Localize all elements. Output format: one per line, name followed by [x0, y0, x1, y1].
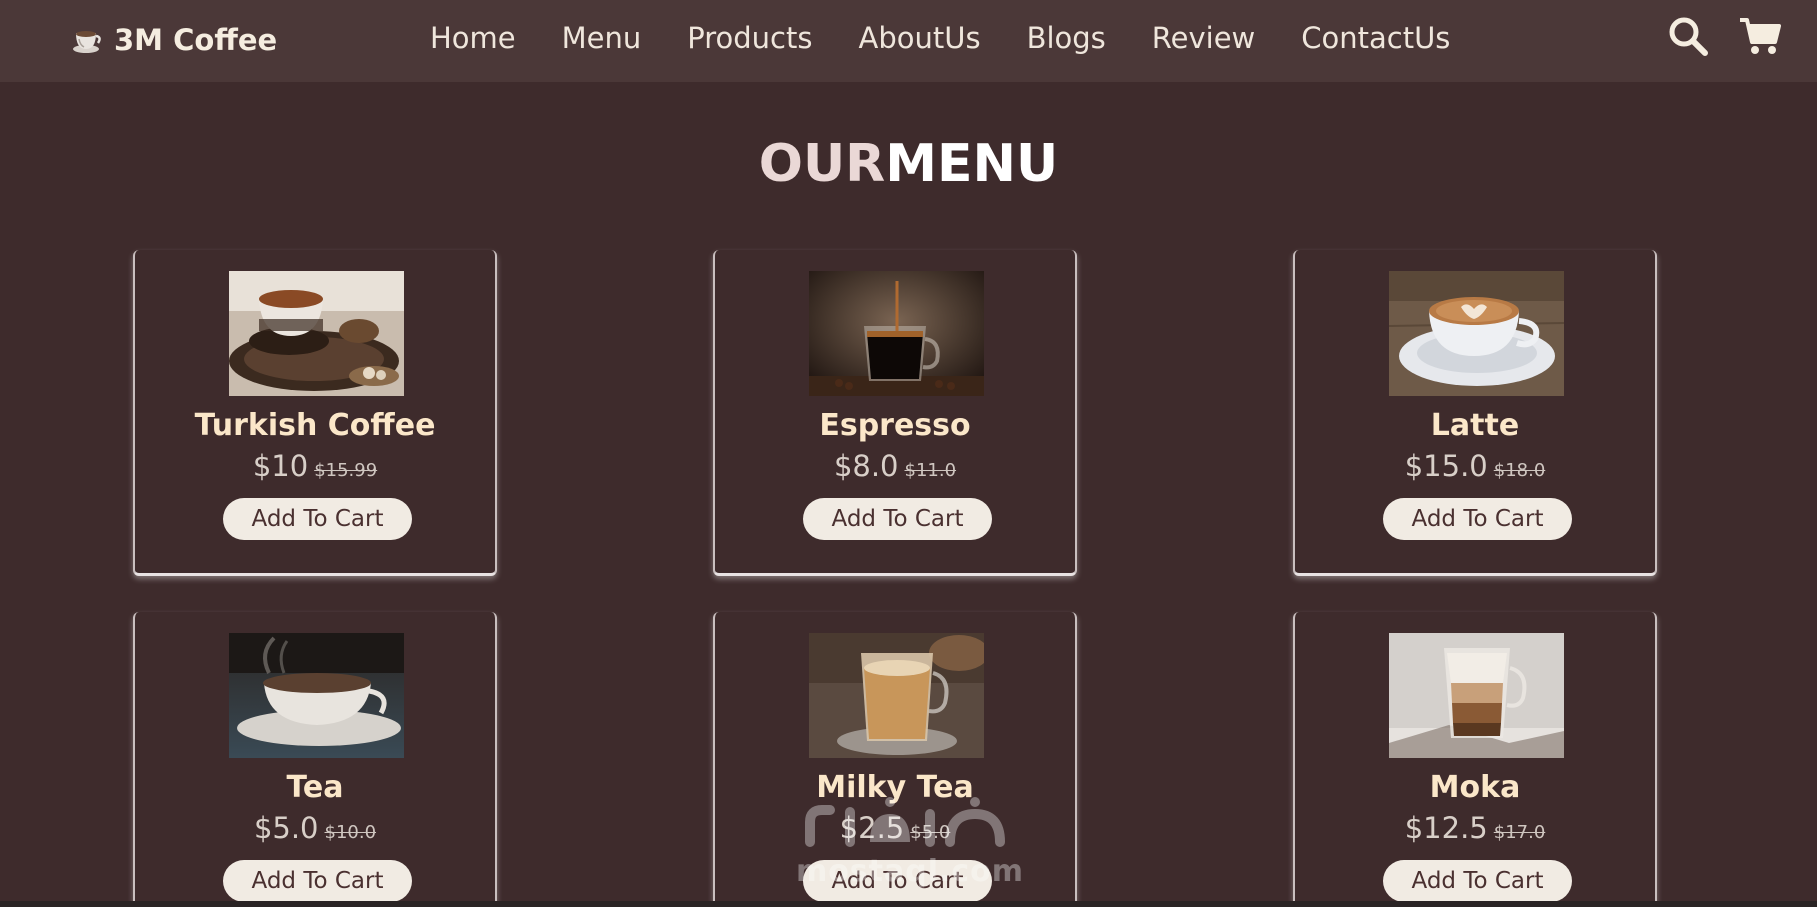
- nav-link-aboutus[interactable]: AboutUs: [858, 21, 980, 55]
- item-price-old: $15.99: [314, 460, 378, 481]
- item-price-current: $12.5: [1404, 811, 1488, 845]
- item-name: Latte: [1430, 408, 1520, 443]
- item-price: $2.5 $5.0: [715, 808, 1075, 853]
- add-to-cart-button[interactable]: Add To Cart: [1383, 498, 1572, 540]
- item-price: $8.0 $11.0: [715, 446, 1075, 491]
- coffee-cup-icon: [73, 31, 101, 53]
- item-price-old: $5.0: [910, 822, 951, 843]
- item-price-current: $5.0: [253, 811, 319, 845]
- heading-menu: MENU: [885, 134, 1059, 194]
- menu-card-latte: Latte $15.0 $18.0 Add To Cart: [1293, 250, 1657, 576]
- item-price: $10 $15.99: [135, 446, 495, 491]
- milky-tea-image: [809, 633, 984, 758]
- bottom-scrollbar: [0, 901, 1817, 907]
- item-price-current: $8.0: [833, 449, 899, 483]
- add-to-cart-button[interactable]: Add To Cart: [223, 860, 412, 902]
- section-heading: OURMENU: [0, 128, 1817, 200]
- heading-our: OUR: [758, 134, 886, 194]
- item-name: Tea: [286, 770, 344, 805]
- menu-card-tea: Tea $5.0 $10.0 Add To Cart: [133, 612, 497, 907]
- add-to-cart-button[interactable]: Add To Cart: [803, 498, 992, 540]
- item-name: Moka: [1429, 770, 1521, 805]
- item-price: $12.5 $17.0: [1295, 808, 1655, 853]
- menu-card-turkish-coffee: Turkish Coffee $10 $15.99 Add To Cart: [133, 250, 497, 576]
- item-price-old: $18.0: [1493, 460, 1546, 481]
- item-price-old: $10.0: [324, 822, 377, 843]
- brand-logo[interactable]: 3M Coffee: [72, 20, 277, 60]
- nav-links: Home Menu Products AboutUs Blogs Review …: [430, 16, 1450, 60]
- nav-link-review[interactable]: Review: [1152, 21, 1255, 55]
- espresso-image: [809, 271, 984, 396]
- nav-link-products[interactable]: Products: [687, 21, 812, 55]
- item-name: Turkish Coffee: [194, 408, 436, 443]
- add-to-cart-button[interactable]: Add To Cart: [1383, 860, 1572, 902]
- cart-icon[interactable]: [1738, 14, 1782, 58]
- brand-name: 3M Coffee: [114, 23, 278, 57]
- item-price-old: $11.0: [904, 460, 957, 481]
- item-price-current: $2.5: [839, 811, 905, 845]
- item-price-current: $15.0: [1404, 449, 1488, 483]
- navbar: 3M Coffee Home Menu Products AboutUs Blo…: [0, 0, 1817, 82]
- item-name: Milky Tea: [816, 770, 974, 805]
- tea-image: [229, 633, 404, 758]
- menu-card-milky-tea: Milky Tea $2.5 $5.0 Add To Cart: [713, 612, 1077, 907]
- page: 3M Coffee Home Menu Products AboutUs Blo…: [0, 0, 1817, 907]
- item-price-old: $17.0: [1493, 822, 1546, 843]
- moka-image: [1389, 633, 1564, 758]
- item-price: $5.0 $10.0: [135, 808, 495, 853]
- nav-icons: [1638, 14, 1782, 58]
- item-name: Espresso: [819, 408, 971, 443]
- item-price-current: $10: [252, 449, 309, 483]
- nav-link-menu[interactable]: Menu: [562, 21, 642, 55]
- menu-card-moka: Moka $12.5 $17.0 Add To Cart: [1293, 612, 1657, 907]
- add-to-cart-button[interactable]: Add To Cart: [803, 860, 992, 902]
- add-to-cart-button[interactable]: Add To Cart: [223, 498, 412, 540]
- nav-link-home[interactable]: Home: [430, 21, 516, 55]
- latte-image: [1389, 271, 1564, 396]
- nav-link-contactus[interactable]: ContactUs: [1301, 21, 1450, 55]
- search-icon[interactable]: [1666, 14, 1710, 58]
- nav-link-blogs[interactable]: Blogs: [1027, 21, 1106, 55]
- menu-card-espresso: Espresso $8.0 $11.0 Add To Cart: [713, 250, 1077, 576]
- turkish-coffee-image: [229, 271, 404, 396]
- item-price: $15.0 $18.0: [1295, 446, 1655, 491]
